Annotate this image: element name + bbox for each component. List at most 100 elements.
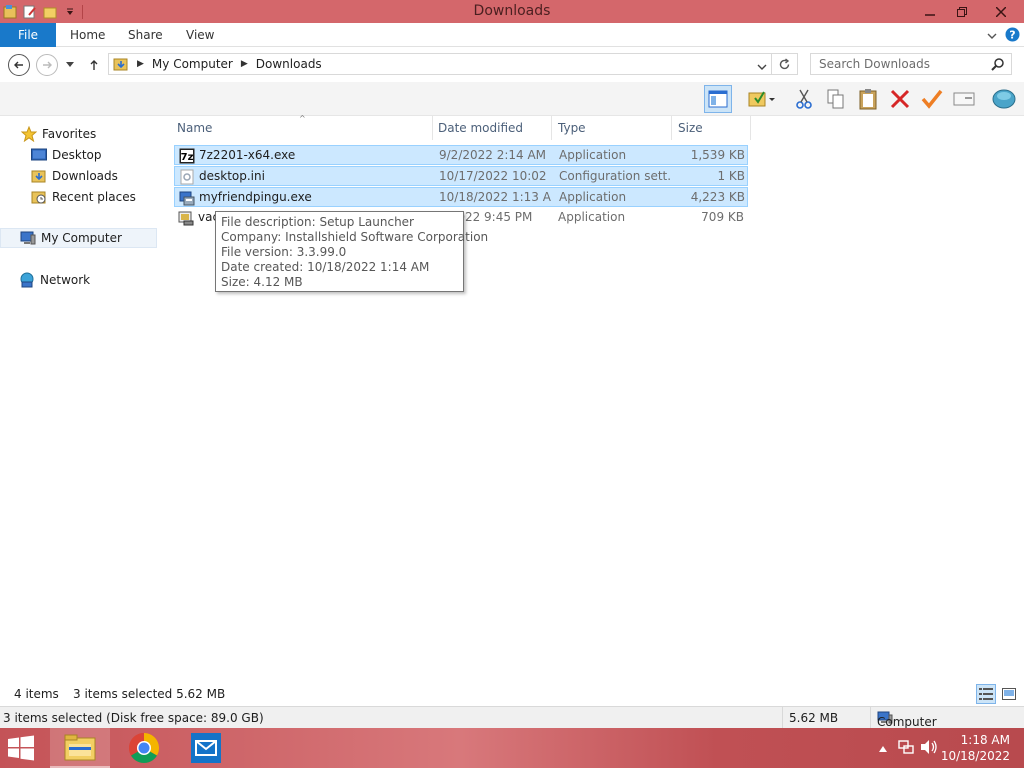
nav-item-recent-places[interactable]: Recent places <box>30 187 136 207</box>
downloads-folder-icon <box>30 168 48 184</box>
network-status-button[interactable] <box>898 739 914 758</box>
column-header-name[interactable]: Name ^ <box>177 114 432 140</box>
item-count: 4 items <box>14 687 59 701</box>
file-name: 7z2201-x64.exe <box>199 148 296 162</box>
arrow-right-icon <box>43 61 52 69</box>
setup-icon <box>179 190 195 206</box>
disk-free-space: 3 items selected (Disk free space: 89.0 … <box>3 711 264 725</box>
refresh-button[interactable] <box>772 53 798 75</box>
column-divider[interactable] <box>432 116 433 140</box>
file-info-tooltip: File description: Setup Launcher Company… <box>215 211 488 292</box>
forward-button[interactable] <box>36 54 58 76</box>
file-date: 10/18/2022 1:13 AM <box>439 190 551 204</box>
file-date: 9/2/2022 2:14 AM <box>439 148 547 162</box>
taskbar-clock[interactable]: 1:18 AM 10/18/2022 <box>941 732 1010 764</box>
taskbar-mail[interactable] <box>176 728 236 768</box>
tooltip-date-created: Date created: 10/18/2022 1:14 AM <box>221 260 430 274</box>
file-type: Application <box>559 148 627 162</box>
nav-my-computer[interactable]: My Computer <box>0 228 157 248</box>
computer-icon <box>19 230 37 246</box>
copy-button[interactable] <box>822 85 850 113</box>
properties-card-icon <box>953 92 975 106</box>
taskbar-chrome[interactable] <box>114 728 174 768</box>
nav-network-label: Network <box>40 273 91 287</box>
file-name: myfriendpingu.exe <box>199 190 312 204</box>
tooltip-version: File version: 3.3.99.0 <box>221 245 347 259</box>
show-hidden-icons-button[interactable] <box>878 742 888 756</box>
tooltip-description: File description: Setup Launcher <box>221 215 414 229</box>
details-view-button[interactable] <box>976 684 996 704</box>
column-header-label: Type <box>558 121 586 135</box>
window-title: Downloads <box>473 3 551 19</box>
delete-button[interactable] <box>886 85 914 113</box>
recent-locations-button[interactable] <box>62 54 78 76</box>
address-bar[interactable]: ▶ My Computer ▶ Downloads <box>108 53 772 75</box>
search-input[interactable]: Search Downloads <box>810 53 1012 75</box>
volume-button[interactable] <box>920 739 938 758</box>
selection-info: 3 items selected 5.62 MB <box>73 687 226 701</box>
globe-icon <box>992 89 1016 109</box>
tab-home[interactable]: Home <box>70 23 105 47</box>
windows-logo-icon <box>8 735 34 761</box>
nav-item-label: Downloads <box>52 169 118 183</box>
maximize-button[interactable] <box>946 0 978 23</box>
cut-button[interactable] <box>790 85 818 113</box>
select-folder-button[interactable] <box>742 85 782 113</box>
column-divider[interactable] <box>671 116 672 140</box>
command-toolbar <box>0 82 1024 116</box>
mail-icon <box>191 733 221 763</box>
close-icon <box>996 6 1006 17</box>
back-button[interactable] <box>8 54 30 76</box>
file-date: 10/17/2022 10:02 ... <box>439 169 551 183</box>
arrow-left-icon <box>14 61 23 69</box>
restore-icon <box>957 6 967 17</box>
minimize-button[interactable] <box>914 0 946 23</box>
search-placeholder: Search Downloads <box>819 57 930 71</box>
clock-time: 1:18 AM <box>960 733 1010 747</box>
expand-ribbon-icon[interactable] <box>987 29 997 43</box>
large-icons-view-button[interactable] <box>999 684 1019 704</box>
table-row[interactable]: 7z 7z2201-x64.exe 9/2/2022 2:14 AM Appli… <box>174 145 748 165</box>
table-row[interactable]: myfriendpingu.exe 10/18/2022 1:13 AM App… <box>174 187 748 207</box>
column-divider[interactable] <box>750 116 751 140</box>
close-button[interactable] <box>978 0 1024 23</box>
tab-view[interactable]: View <box>186 23 214 47</box>
details-view-icon <box>979 688 993 700</box>
chrome-icon <box>128 733 160 764</box>
column-header-type[interactable]: Type <box>558 116 670 140</box>
nav-item-desktop[interactable]: Desktop <box>30 145 102 165</box>
address-dropdown-icon[interactable] <box>757 60 767 74</box>
file-name: desktop.ini <box>199 169 265 183</box>
file-size: 1,539 KB <box>690 148 745 162</box>
help-icon[interactable]: ? <box>1005 27 1020 45</box>
tab-share[interactable]: Share <box>128 23 163 47</box>
start-button[interactable] <box>6 734 36 762</box>
rename-button[interactable] <box>918 85 946 113</box>
breadcrumb-my-computer[interactable]: My Computer <box>152 57 233 71</box>
file-size: 1 KB <box>717 169 745 183</box>
column-header-size[interactable]: Size <box>678 116 748 140</box>
address-row: ▶ My Computer ▶ Downloads Search Downloa… <box>0 48 1024 82</box>
clipboard-icon <box>859 89 877 110</box>
column-divider[interactable] <box>551 116 552 140</box>
nav-item-label: Recent places <box>52 190 136 204</box>
up-button[interactable] <box>84 54 104 76</box>
file-type: Application <box>559 190 627 204</box>
column-header-date-modified[interactable]: Date modified <box>438 116 550 140</box>
selection-size: 5.62 MB <box>789 711 839 725</box>
nav-favorites[interactable]: Favorites <box>20 124 96 144</box>
delete-x-icon <box>890 89 910 109</box>
taskbar-file-explorer[interactable] <box>50 728 110 768</box>
nav-my-computer-label: My Computer <box>41 231 122 245</box>
preview-pane-button[interactable] <box>704 85 732 113</box>
svg-text:7z: 7z <box>181 152 194 163</box>
paste-button[interactable] <box>854 85 882 113</box>
tab-file[interactable]: File <box>0 23 56 47</box>
network-tray-icon <box>898 740 914 754</box>
globe-button[interactable] <box>990 85 1018 113</box>
properties-button[interactable] <box>950 85 978 113</box>
breadcrumb-downloads[interactable]: Downloads <box>256 57 322 71</box>
table-row[interactable]: desktop.ini 10/17/2022 10:02 ... Configu… <box>174 166 748 186</box>
nav-item-downloads[interactable]: Downloads <box>30 166 118 186</box>
nav-network[interactable]: Network <box>18 270 90 290</box>
